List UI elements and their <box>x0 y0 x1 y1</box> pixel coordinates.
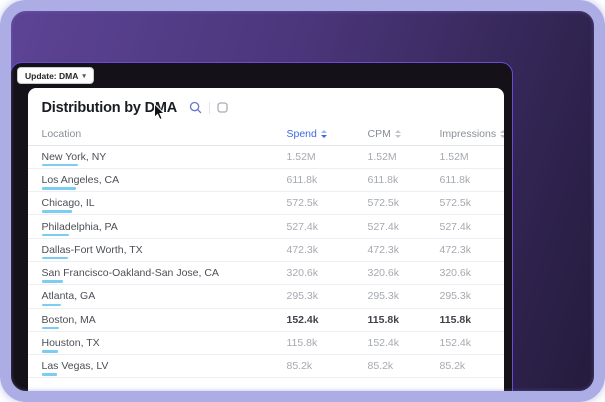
card-header: Distribution by DMA <box>28 88 504 122</box>
table-row[interactable]: Atlanta, GA 295.3k 295.3k 295.3k <box>27 285 504 309</box>
update-dma-label: Update: DMA <box>25 70 79 81</box>
column-header-cpm[interactable]: CPM <box>368 128 440 140</box>
row-spend: 320.6k <box>286 267 319 280</box>
sort-icon[interactable] <box>320 130 327 138</box>
sort-icon[interactable] <box>394 130 401 138</box>
row-bar <box>41 187 76 190</box>
row-impressions: 611.8k <box>439 173 471 186</box>
table-row[interactable]: Chicago, IL 572.5k 572.5k 572.5k <box>27 192 504 216</box>
column-header-spend[interactable]: Spend <box>287 128 368 140</box>
copy-icon[interactable] <box>217 102 228 113</box>
row-impressions: 320.6k <box>439 267 472 280</box>
row-impressions: 85.2k <box>439 360 466 373</box>
row-bar <box>41 326 59 330</box>
row-impressions: 295.3k <box>439 290 472 303</box>
row-cpm: 611.8k <box>367 173 399 186</box>
row-bar <box>41 280 63 283</box>
row-cpm: 320.6k <box>367 267 400 280</box>
sort-icon[interactable] <box>500 130 504 138</box>
row-spend: 295.3k <box>286 290 319 303</box>
row-location: Houston, TX <box>41 337 100 350</box>
table-row[interactable]: Philadelphia, PA 527.4k 527.4k 527.4k <box>27 215 504 239</box>
row-location: Los Angeles, CA <box>41 173 120 186</box>
table-row[interactable]: Boston, MA 152.4k 115.8k 115.8k <box>27 309 504 332</box>
row-spend: 472.3k <box>286 243 319 256</box>
table-row[interactable]: Las Vegas, LV 85.2k 85.2k 85.2k <box>27 355 504 379</box>
row-cpm: 472.3k <box>367 243 400 256</box>
row-location: New York, NY <box>41 150 107 163</box>
row-impressions: 115.8k <box>439 313 472 326</box>
row-location: Boston, MA <box>41 313 96 326</box>
row-location: Las Vegas, LV <box>41 360 109 373</box>
row-spend: 85.2k <box>286 360 313 373</box>
row-cpm: 1.52M <box>367 150 397 163</box>
row-bar <box>41 210 72 213</box>
row-spend: 1.52M <box>286 150 316 163</box>
row-location: Chicago, IL <box>41 197 95 210</box>
row-cpm: 152.4k <box>367 337 400 350</box>
row-bar <box>41 373 57 376</box>
table-row[interactable]: Los Angeles, CA 611.8k 611.8k 611.8k <box>27 169 504 193</box>
row-bar <box>41 256 68 260</box>
row-spend: 527.4k <box>286 220 319 233</box>
column-header-impressions[interactable]: Impressions <box>440 128 504 140</box>
row-impressions: 1.52M <box>439 150 469 163</box>
search-icon[interactable] <box>189 101 202 114</box>
distribution-card: Distribution by DMA Location Spend CPM I… <box>27 87 504 392</box>
row-spend: 152.4k <box>286 313 319 326</box>
row-spend: 572.5k <box>286 197 319 210</box>
app-screen: Update: DMA ▾ Distribution by DMA Locati… <box>10 10 595 392</box>
row-cpm: 295.3k <box>367 290 400 303</box>
row-location: Dallas-Fort Worth, TX <box>41 243 143 256</box>
row-location: Atlanta, GA <box>41 290 96 303</box>
update-dma-dropdown[interactable]: Update: DMA ▾ <box>17 67 94 84</box>
row-location: San Francisco-Oakland-San Jose, CA <box>41 267 219 280</box>
column-header-location[interactable]: Location <box>42 128 287 140</box>
row-cpm: 85.2k <box>367 360 394 373</box>
row-impressions: 472.3k <box>439 243 472 256</box>
row-location: Philadelphia, PA <box>41 220 118 233</box>
card-title: Distribution by DMA <box>41 99 178 116</box>
row-cpm: 527.4k <box>367 220 400 233</box>
row-spend: 611.8k <box>286 173 318 186</box>
table-row[interactable]: San Francisco-Oakland-San Jose, CA 320.6… <box>27 262 504 286</box>
row-bar <box>41 163 78 167</box>
row-cpm: 115.8k <box>367 313 400 326</box>
chevron-down-icon: ▾ <box>82 72 86 80</box>
table-row[interactable]: Dallas-Fort Worth, TX 472.3k 472.3k 472.… <box>27 239 504 262</box>
divider <box>209 101 211 114</box>
row-impressions: 572.5k <box>439 197 472 210</box>
distribution-modal: Update: DMA ▾ Distribution by DMA Locati… <box>10 62 513 392</box>
row-bar <box>41 233 69 237</box>
table-row[interactable]: Houston, TX 115.8k 152.4k 152.4k <box>27 332 504 356</box>
row-cpm: 572.5k <box>367 197 400 210</box>
table-row[interactable]: New York, NY 1.52M 1.52M 1.52M <box>27 146 504 169</box>
row-spend: 115.8k <box>286 337 318 350</box>
row-bar <box>41 303 61 307</box>
row-impressions: 527.4k <box>439 220 472 233</box>
row-impressions: 152.4k <box>439 337 472 350</box>
table-header-row: Location Spend CPM Impressions <box>27 124 504 146</box>
table-body: New York, NY 1.52M 1.52M 1.52M Los Angel… <box>27 146 504 379</box>
row-bar <box>41 350 58 353</box>
